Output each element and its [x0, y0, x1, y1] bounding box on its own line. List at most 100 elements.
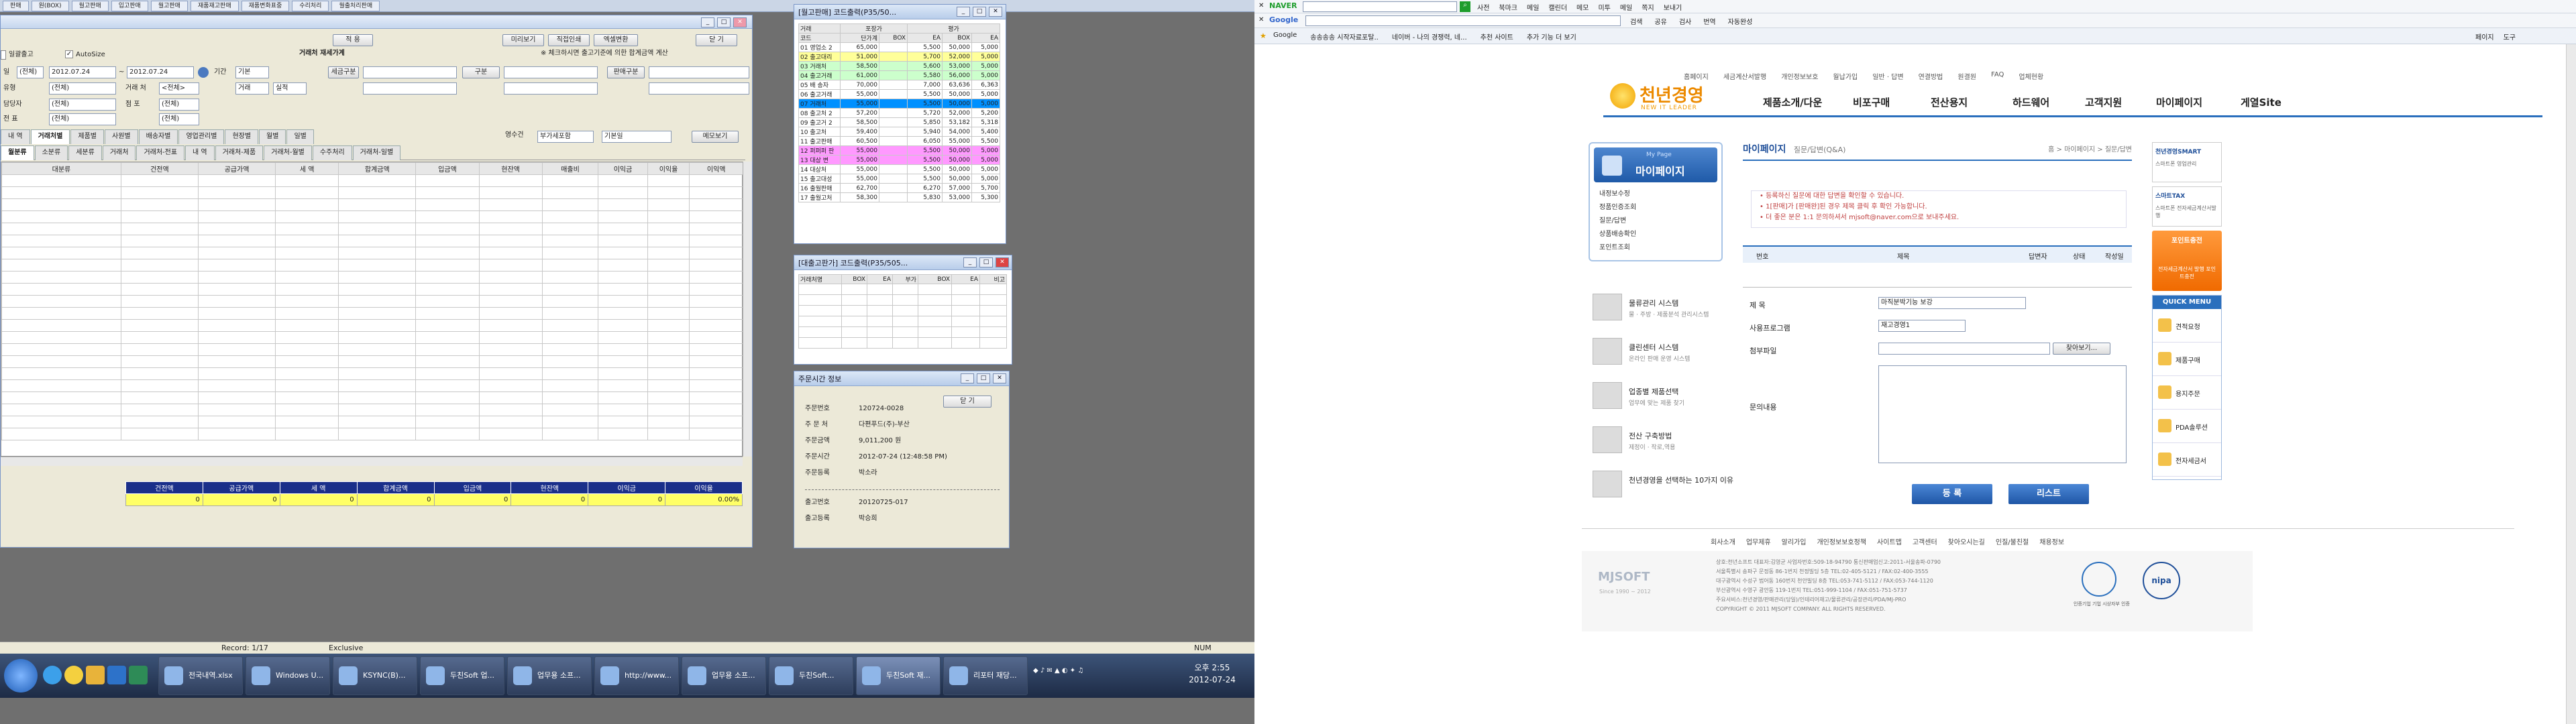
inv-row[interactable]: 15 출고대성 55,000 5,500 50,000 5,000 — [798, 174, 1000, 184]
main-nav-5[interactable]: 마이페이지 — [2156, 95, 2202, 109]
minimize-button[interactable]: _ — [701, 17, 714, 27]
main-nav-3[interactable]: 하드웨어 — [2012, 95, 2049, 109]
top-tab-2[interactable]: 월고판매 — [71, 1, 109, 11]
grid-cell[interactable] — [689, 271, 743, 284]
sub-tab-4[interactable]: 거래처-전표 — [136, 145, 185, 160]
favorite-2[interactable]: 네이버 - 나의 경쟁력, 네... — [1392, 32, 1467, 42]
grid-cell[interactable] — [120, 271, 199, 284]
grid-cell[interactable] — [598, 186, 648, 199]
footer-link-0[interactable]: 회사소개 — [1711, 536, 1735, 546]
grid-cell[interactable] — [598, 355, 648, 368]
excel-icon[interactable] — [129, 666, 148, 684]
grid-cell[interactable] — [120, 259, 199, 272]
grid-cell[interactable] — [478, 367, 543, 380]
grid-col-10[interactable]: 이익액 — [689, 162, 743, 175]
inv-row[interactable]: 01 영업소 2 65,000 5,500 50,000 5,000 — [798, 42, 1000, 52]
grid-row[interactable] — [1, 210, 743, 223]
grid-cell[interactable] — [689, 319, 743, 332]
grid-cell[interactable] — [415, 319, 480, 332]
grid-cell[interactable] — [689, 391, 743, 404]
grid-cell[interactable] — [478, 210, 543, 223]
inv2-row[interactable] — [798, 316, 1007, 327]
grid-cell[interactable] — [647, 355, 690, 368]
inv-row[interactable]: 09 출고거 2 58,500 5,850 53,182 5,318 — [798, 117, 1000, 127]
grid-cell[interactable] — [1, 210, 121, 223]
file-browse-button[interactable]: 찾아보기... — [2053, 343, 2110, 355]
grid-row[interactable] — [1, 247, 743, 259]
grid-cell[interactable] — [478, 404, 543, 416]
grid-cell[interactable] — [338, 174, 417, 187]
grid-cell[interactable] — [689, 355, 743, 368]
grid-cell[interactable] — [338, 198, 417, 211]
top-nav-6[interactable]: 원결원 — [1957, 71, 1976, 81]
grid-cell[interactable] — [1, 283, 121, 296]
folder-icon[interactable] — [86, 666, 105, 684]
date-from-input[interactable]: 2012.07.24 — [49, 66, 116, 78]
order-minimize-button[interactable]: _ — [961, 373, 974, 383]
quick-item-0[interactable]: 견적요청 — [2153, 310, 2221, 343]
report-tab-5[interactable]: 영업관리별 — [178, 129, 225, 144]
sub-tab-5[interactable]: 내 역 — [185, 145, 215, 160]
grid-cell[interactable] — [275, 198, 339, 211]
grid-cell[interactable] — [415, 428, 480, 440]
top-tab-6[interactable]: 재품변화표중 — [241, 1, 290, 11]
sales-type-input[interactable] — [649, 66, 749, 78]
grid-cell[interactable] — [197, 391, 276, 404]
grid-col-2[interactable]: 공급가액 — [197, 162, 276, 175]
sub-tab-7[interactable]: 거래처-월별 — [264, 145, 312, 160]
grid-cell[interactable] — [541, 307, 599, 320]
basis-select[interactable]: 기본 — [235, 66, 269, 78]
grid-cell[interactable] — [1, 343, 121, 356]
inv-row[interactable]: 17 출월고처 58,300 5,830 53,000 5,300 — [798, 192, 1000, 202]
grid-cell[interactable] — [415, 416, 480, 428]
grid-cell[interactable] — [120, 235, 199, 247]
grid-cell[interactable] — [415, 283, 480, 296]
top-nav-2[interactable]: 개인정보보호 — [1781, 71, 1818, 81]
grid-cell[interactable] — [120, 198, 199, 211]
mypage-menu-1[interactable]: 정품인증조회 — [1599, 201, 1636, 215]
grid-row[interactable] — [1, 186, 743, 199]
google-item-3[interactable]: 번역 — [1703, 16, 1715, 26]
top-tab-8[interactable]: 월출처리판매 — [331, 1, 380, 11]
grid-cell[interactable] — [120, 283, 199, 296]
inventory2-table[interactable]: 거래처명 BOX EA 부가 BOX EA 비고 — [798, 274, 1007, 349]
grid-cell[interactable] — [689, 223, 743, 235]
grid-cell[interactable] — [598, 319, 648, 332]
quick-item-1[interactable]: 제품구매 — [2153, 344, 2221, 376]
grid-cell[interactable] — [197, 355, 276, 368]
grid-cell[interactable] — [120, 223, 199, 235]
favorite-1[interactable]: 송송송송 시작자료포탈.. — [1310, 32, 1379, 42]
grid-cell[interactable] — [541, 295, 599, 308]
grid-cell[interactable] — [598, 283, 648, 296]
grid-cell[interactable] — [415, 367, 480, 380]
inv-maximize-button[interactable]: □ — [973, 7, 986, 17]
top-nav-3[interactable]: 월납가입 — [1833, 71, 1858, 81]
grid-cell[interactable] — [338, 235, 417, 247]
grid-cell[interactable] — [197, 295, 276, 308]
clock[interactable]: 오후 2:55 2012-07-24 — [1175, 662, 1249, 686]
grid-cell[interactable] — [598, 247, 648, 259]
taskbar-item-8[interactable]: 두친Soft 재... — [856, 656, 941, 695]
report-tab-1[interactable]: 거래처별 — [30, 129, 70, 144]
gubun-button[interactable]: 구분 — [462, 66, 500, 78]
grid-cell[interactable] — [120, 210, 199, 223]
grid-cell[interactable] — [1, 404, 121, 416]
grid-cell[interactable] — [541, 355, 599, 368]
naver-item-0[interactable]: 사전 — [1477, 2, 1489, 12]
grid-cell[interactable] — [647, 391, 690, 404]
grid-cell[interactable] — [120, 174, 199, 187]
grid-cell[interactable] — [197, 416, 276, 428]
favorite-3[interactable]: 추천 사이트 — [1481, 32, 1513, 42]
slip-select[interactable]: (전체) — [49, 113, 116, 125]
grid-cell[interactable] — [120, 295, 199, 308]
list-button[interactable]: 리스트 — [2008, 484, 2089, 504]
grid-cell[interactable] — [275, 391, 339, 404]
sub-tab-3[interactable]: 거래처 — [102, 145, 136, 160]
grid-cell[interactable] — [1, 428, 121, 440]
type-select[interactable]: (전체) — [49, 82, 116, 95]
grid-col-5[interactable]: 입금액 — [415, 162, 480, 175]
grid-cell[interactable] — [197, 428, 276, 440]
grid-cell[interactable] — [1, 186, 121, 199]
grid-cell[interactable] — [415, 355, 480, 368]
grid-cell[interactable] — [1, 198, 121, 211]
